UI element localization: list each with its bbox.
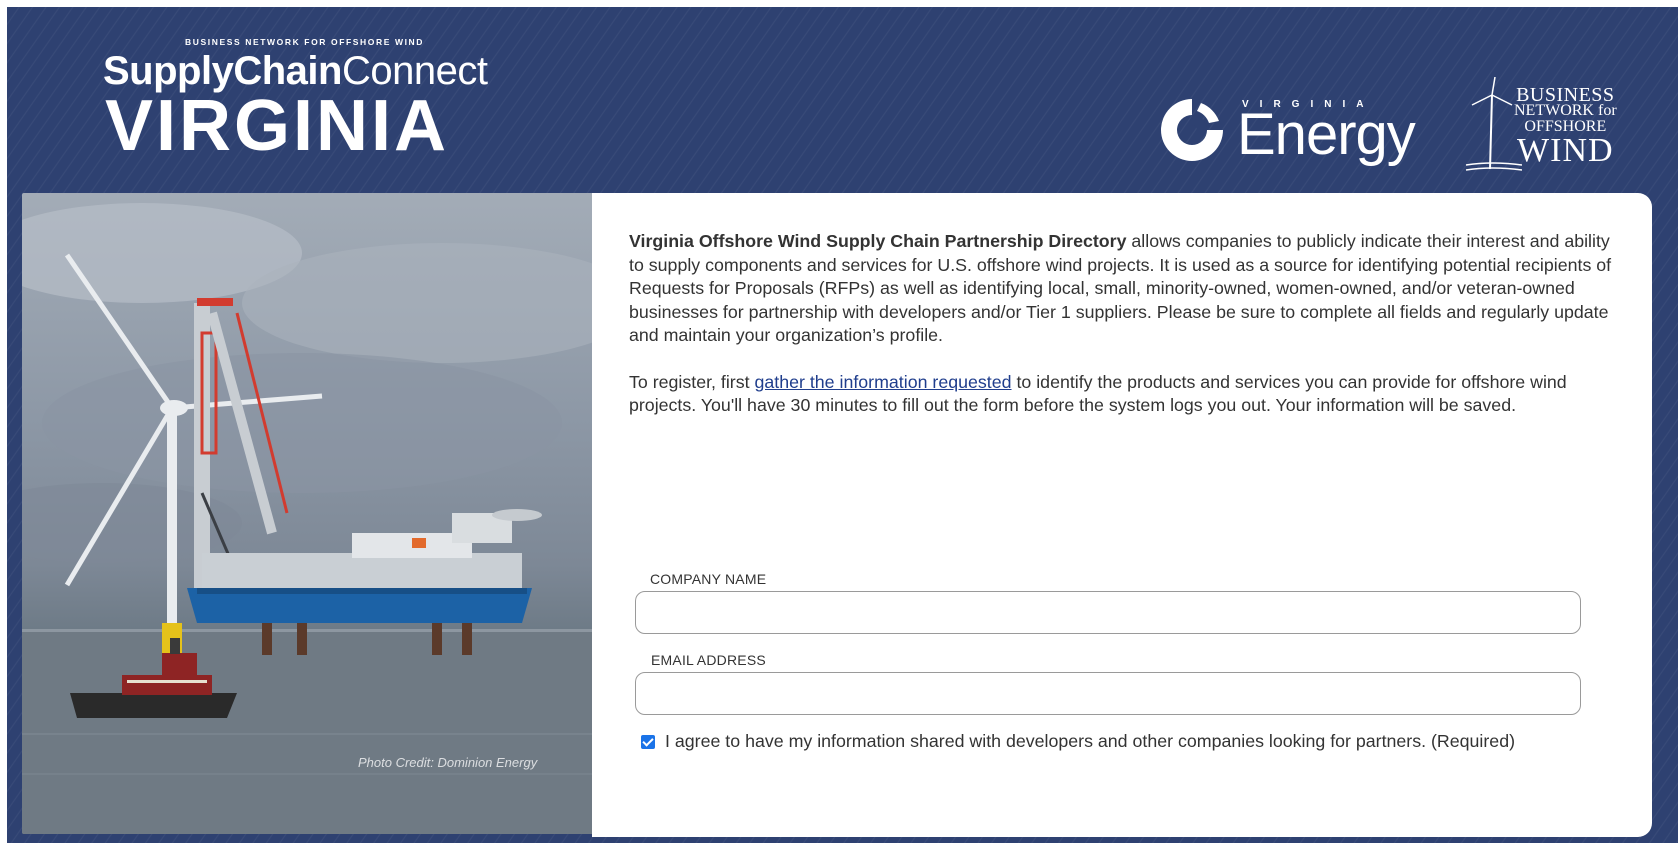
supplychainconnect-logo[interactable]: BUSINESS NETWORK FOR OFFSHORE WIND Suppl… xyxy=(103,37,488,166)
offshore-wind-photo: Photo Credit: Dominion Energy xyxy=(22,193,592,834)
company-name-label: COMPANY NAME xyxy=(650,571,767,587)
consent-label[interactable]: I agree to have my information shared wi… xyxy=(665,731,1515,752)
energy-logo-word: Energy xyxy=(1237,102,1416,167)
bnow-line-1: BUSINESS xyxy=(1516,84,1615,106)
brand-state: VIRGINIA xyxy=(105,86,450,166)
offshore-scene-illustration xyxy=(22,203,592,834)
photo-credit: Photo Credit: Dominion Energy xyxy=(358,755,538,770)
virginia-energy-logo[interactable]: VIRGINIA Energy xyxy=(1157,89,1417,169)
gather-information-link[interactable]: gather the information requested xyxy=(755,372,1012,392)
wind-turbine-icon xyxy=(1465,77,1522,171)
email-address-input[interactable] xyxy=(635,672,1581,715)
bnow-line-2: NETWORK for xyxy=(1514,102,1617,119)
consent-checkbox[interactable] xyxy=(641,734,655,749)
intro-paragraph-2-before: To register, first xyxy=(629,371,755,392)
registration-card: Virginia Offshore Wind Supply Chain Part… xyxy=(592,193,1652,837)
company-name-input[interactable] xyxy=(635,591,1581,634)
business-network-offshore-wind-logo[interactable]: BUSINESS NETWORK for OFFSHORE WIND xyxy=(1462,77,1622,177)
directory-title: Virginia Offshore Wind Supply Chain Part… xyxy=(629,231,1127,251)
brand-kicker: BUSINESS NETWORK FOR OFFSHORE WIND xyxy=(185,37,425,47)
bnow-line-4: WIND xyxy=(1517,132,1614,169)
bnow-logo-text: BUSINESS NETWORK for OFFSHORE WIND xyxy=(1514,84,1617,169)
email-address-label: EMAIL ADDRESS xyxy=(651,652,766,668)
intro-text: Virginia Offshore Wind Supply Chain Part… xyxy=(629,230,1619,441)
intro-paragraph-1: Virginia Offshore Wind Supply Chain Part… xyxy=(629,230,1619,348)
intro-paragraph-2: To register, first gather the informatio… xyxy=(629,371,1619,418)
consent-row[interactable]: I agree to have my information shared wi… xyxy=(641,731,1515,752)
energy-swirl-icon xyxy=(1161,99,1223,161)
